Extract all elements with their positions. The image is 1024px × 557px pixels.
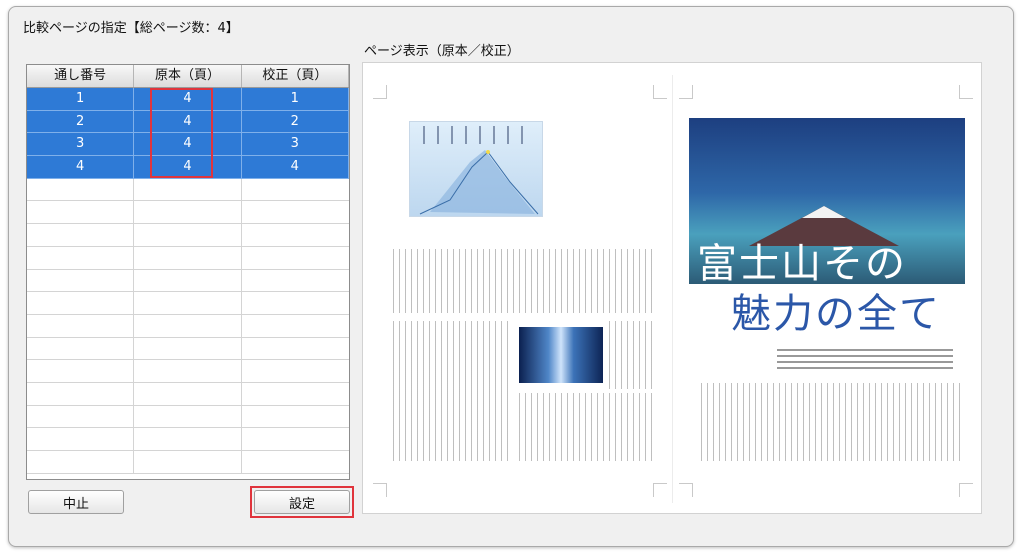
table-body: 141242343444	[27, 88, 349, 474]
preview-label: ページ表示（原本／校正）	[364, 44, 520, 59]
header-serial-number[interactable]: 通し番号	[27, 65, 135, 87]
empty-table-row[interactable]	[27, 405, 349, 429]
cell-original: 4	[134, 133, 242, 156]
empty-table-row[interactable]	[27, 337, 349, 361]
empty-cell	[242, 292, 349, 314]
empty-cell	[242, 224, 349, 246]
table-header: 通し番号 原本（頁） 校正（頁）	[27, 65, 349, 88]
page-chart-image	[409, 121, 543, 217]
empty-cell	[134, 201, 242, 224]
empty-cell	[27, 382, 135, 405]
empty-cell	[27, 337, 135, 360]
empty-cell	[242, 179, 349, 201]
empty-cell	[242, 201, 349, 223]
table-row[interactable]: 141	[27, 88, 349, 111]
cell-serial: 2	[27, 110, 135, 133]
crop-mark	[679, 483, 693, 497]
table-row[interactable]: 343	[27, 133, 349, 157]
empty-cell	[242, 270, 349, 292]
page-text-block	[519, 393, 655, 461]
empty-cell	[27, 201, 135, 224]
empty-cell	[134, 178, 242, 201]
header-original-page[interactable]: 原本（頁）	[134, 65, 242, 87]
empty-table-row[interactable]	[27, 269, 349, 293]
table-row[interactable]: 444	[27, 156, 349, 179]
empty-table-row[interactable]	[27, 292, 349, 315]
empty-table-row[interactable]	[27, 178, 349, 202]
empty-table-row[interactable]	[27, 360, 349, 383]
empty-table-row[interactable]	[27, 201, 349, 225]
empty-cell	[27, 314, 135, 337]
cell-serial: 1	[27, 88, 135, 110]
empty-cell	[242, 360, 349, 382]
empty-cell	[134, 292, 242, 314]
lead-paragraph	[777, 349, 953, 371]
empty-cell	[134, 360, 242, 382]
empty-table-row[interactable]	[27, 382, 349, 406]
empty-cell	[27, 360, 135, 382]
set-button[interactable]: 設定	[254, 490, 350, 514]
crop-mark	[959, 483, 973, 497]
empty-cell	[134, 337, 242, 360]
empty-table-row[interactable]	[27, 451, 349, 474]
empty-cell	[27, 428, 135, 450]
empty-cell	[242, 451, 349, 473]
cell-original: 4	[134, 156, 242, 178]
cell-serial: 3	[27, 133, 135, 156]
page-preview[interactable]: 富士山その 魅力の全て	[362, 62, 982, 514]
empty-table-row[interactable]	[27, 224, 349, 247]
page-text-block	[393, 321, 511, 461]
empty-cell	[242, 428, 349, 450]
empty-cell	[27, 178, 135, 201]
dialog-title: 比較ページの指定【総ページ数：4】	[23, 21, 239, 36]
page-text-block	[393, 249, 655, 313]
empty-cell	[134, 314, 242, 337]
cell-proof: 4	[242, 156, 349, 178]
crop-mark	[373, 85, 387, 99]
cell-original: 4	[134, 88, 242, 110]
table-row[interactable]: 242	[27, 110, 349, 134]
cell-serial: 4	[27, 156, 135, 178]
page-mapping-table[interactable]: 通し番号 原本（頁） 校正（頁） 141242343444	[26, 64, 350, 480]
cell-original: 4	[134, 110, 242, 133]
page-text-block	[609, 321, 655, 389]
empty-cell	[242, 315, 349, 337]
empty-cell	[27, 405, 135, 428]
cell-proof: 2	[242, 110, 349, 133]
empty-cell	[134, 405, 242, 428]
empty-cell	[27, 269, 135, 292]
crop-mark	[653, 85, 667, 99]
header-proof-page[interactable]: 校正（頁）	[242, 65, 349, 87]
empty-table-row[interactable]	[27, 428, 349, 451]
empty-table-row[interactable]	[27, 314, 349, 338]
cancel-button[interactable]: 中止	[28, 490, 124, 514]
empty-cell	[242, 406, 349, 428]
page-text-block	[701, 383, 963, 461]
crop-mark	[373, 483, 387, 497]
empty-cell	[134, 269, 242, 292]
cell-proof: 1	[242, 88, 349, 110]
empty-cell	[134, 224, 242, 246]
crop-mark	[959, 85, 973, 99]
empty-table-row[interactable]	[27, 246, 349, 270]
empty-cell	[134, 246, 242, 269]
empty-cell	[134, 382, 242, 405]
empty-cell	[134, 428, 242, 450]
empty-cell	[27, 246, 135, 269]
empty-cell	[27, 224, 135, 246]
snowcap-shape	[802, 206, 846, 218]
empty-cell	[134, 451, 242, 473]
crop-mark	[653, 483, 667, 497]
page-divider	[672, 75, 673, 503]
preview-headline-line2: 魅力の全て	[731, 291, 941, 337]
empty-cell	[242, 247, 349, 269]
crop-mark	[679, 85, 693, 99]
cell-proof: 3	[242, 133, 349, 156]
empty-cell	[242, 338, 349, 360]
waterfall-photo	[519, 327, 603, 383]
empty-cell	[27, 451, 135, 473]
empty-cell	[27, 292, 135, 314]
empty-cell	[242, 383, 349, 405]
